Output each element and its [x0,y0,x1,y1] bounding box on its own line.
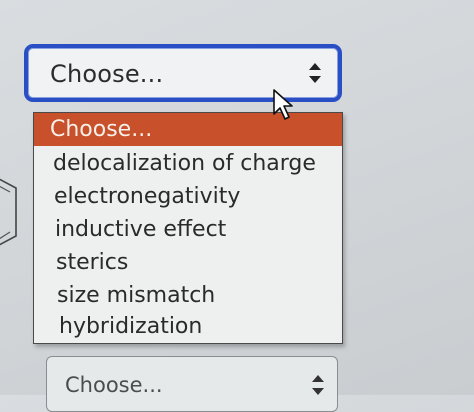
answer-select-2[interactable]: Choose... [46,356,338,412]
option-sterics[interactable]: sterics [34,246,342,279]
option-electronegativity[interactable]: electronegativity [34,180,342,213]
up-down-caret-icon [312,375,324,395]
option-delocalization-of-charge[interactable]: delocalization of charge [34,147,342,180]
quiz-page: Choose... Choose... delocalization of ch… [0,0,474,412]
option-hybridization[interactable]: hybridization [34,310,342,343]
mouse-pointer-icon [273,89,293,120]
select-value: Choose... [65,373,163,397]
select-value: Choose... [50,60,164,88]
up-down-caret-icon [309,63,321,83]
option-inductive-effect[interactable]: inductive effect [34,213,342,246]
option-size-mismatch[interactable]: size mismatch [34,279,342,312]
dropdown-list: Choose... delocalization of charge elect… [33,112,343,344]
